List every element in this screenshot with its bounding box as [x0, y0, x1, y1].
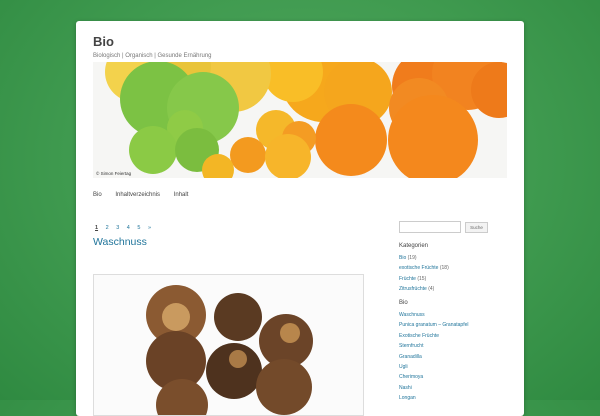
- bio-link[interactable]: Exotische Früchte: [399, 331, 469, 341]
- category-item[interactable]: exotische Früchte (18): [399, 263, 449, 273]
- main-nav: Bio Inhaltverzeichnis Inhalt: [93, 192, 200, 198]
- nav-item-bio[interactable]: Bio: [93, 192, 102, 198]
- page-link-4[interactable]: 4: [127, 225, 130, 231]
- header-image: © Simon Feiertag: [93, 62, 507, 178]
- categories-title: Kategorien: [399, 243, 429, 249]
- category-link[interactable]: exotische Früchte: [399, 265, 438, 271]
- next-page-link[interactable]: »: [148, 225, 151, 231]
- bio-link[interactable]: Cherimoya: [399, 372, 469, 382]
- page-link-2[interactable]: 2: [106, 225, 109, 231]
- category-item[interactable]: Früchte (15): [399, 274, 449, 284]
- bio-link[interactable]: Waschnuss: [399, 310, 469, 320]
- bio-link[interactable]: Ugli: [399, 362, 469, 372]
- category-link[interactable]: Bio: [399, 255, 406, 261]
- search-button[interactable]: Suche: [465, 222, 488, 233]
- site-title[interactable]: Bio: [93, 34, 114, 49]
- bio-link[interactable]: Nashi: [399, 383, 469, 393]
- image-credit: © Simon Feiertag: [96, 171, 132, 176]
- nav-item-inhaltverzeichnis[interactable]: Inhaltverzeichnis: [115, 192, 160, 198]
- pagination: 1 2 3 4 5 »: [95, 225, 157, 231]
- category-count: (18): [439, 265, 449, 272]
- search-input[interactable]: [399, 221, 461, 233]
- category-item[interactable]: Bio (19): [399, 253, 449, 263]
- category-link[interactable]: Zitrusfrüchte: [399, 286, 427, 292]
- page-link-5[interactable]: 5: [137, 225, 140, 231]
- page-link-1[interactable]: 1: [95, 225, 98, 231]
- category-item[interactable]: Zitrusfrüchte (4): [399, 284, 449, 294]
- post-image: [93, 274, 364, 416]
- page-container: Bio Biologisch | Organisch | Gesunde Ern…: [76, 21, 524, 416]
- category-count: (19): [407, 255, 417, 261]
- category-count: (15): [417, 275, 427, 282]
- post-title[interactable]: Waschnuss: [93, 236, 147, 248]
- bio-links-list: Waschnuss Punica granatum – Granatapfel …: [399, 310, 469, 404]
- bio-link[interactable]: Sternfrucht: [399, 341, 469, 351]
- bio-link[interactable]: Longan: [399, 393, 469, 403]
- soap-nuts-image: [94, 275, 363, 415]
- page-link-3[interactable]: 3: [116, 225, 119, 231]
- bio-link[interactable]: Punica granatum – Granatapfel: [399, 320, 469, 330]
- categories-list: Bio (19) exotische Früchte (18) Früchte …: [399, 253, 449, 295]
- site-description: Biologisch | Organisch | Gesunde Ernähru…: [93, 53, 212, 59]
- category-count: (4): [428, 286, 435, 293]
- category-link[interactable]: Früchte: [399, 276, 416, 282]
- bio-link[interactable]: Granadilla: [399, 352, 469, 362]
- bio-widget-title: Bio: [399, 300, 408, 306]
- citrus-fruits-image: [93, 62, 507, 178]
- nav-item-inhalt[interactable]: Inhalt: [174, 192, 189, 198]
